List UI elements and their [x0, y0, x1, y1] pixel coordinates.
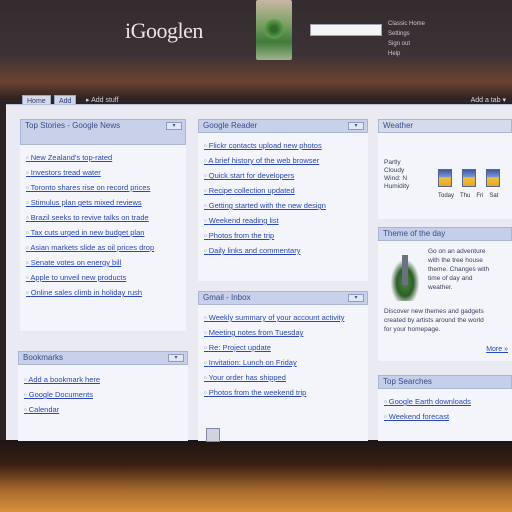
gadget-title: Bookmarks	[23, 353, 64, 362]
gadget-header[interactable]: Google Reader ▾	[198, 119, 368, 133]
desk-surface	[0, 440, 512, 512]
header-bar: iGooglen Classic Home Settings Sign out …	[12, 0, 512, 60]
desc-line: weather.	[428, 284, 453, 291]
gadget-title: Theme of the day	[383, 229, 446, 238]
desc-line: Go on an adventure	[428, 248, 486, 255]
top-link-help[interactable]: Help	[388, 50, 448, 58]
gadget-title: Gmail - Inbox	[203, 293, 251, 302]
theme-header-image	[256, 0, 292, 60]
top-link-settings[interactable]: Settings	[388, 30, 448, 38]
forecast-day: Fri	[476, 193, 484, 199]
reader-item[interactable]: Daily links and commentary	[204, 246, 368, 255]
news-item[interactable]: Online sales climb in holiday rush	[26, 288, 186, 297]
news-item[interactable]: Apple to unveil new products	[26, 273, 186, 282]
reader-item[interactable]: Quick start for developers	[204, 171, 368, 180]
email-item[interactable]: Invitation: Lunch on Friday	[204, 358, 368, 367]
gmail-gadget: Gmail - Inbox ▾ Weekly summary of your a…	[198, 291, 368, 441]
reader-item[interactable]: Getting started with the new design	[204, 201, 368, 210]
gadget-menu-icon[interactable]: ▾	[348, 122, 364, 130]
news-item[interactable]: New Zealand's top-rated	[26, 153, 186, 162]
search-item[interactable]: Google Earth downloads	[384, 397, 512, 406]
gadget-title: Weather	[383, 121, 414, 130]
gadget-header[interactable]: Top Stories - Google News ▾	[20, 119, 186, 145]
gadget-title: Google Reader	[203, 121, 258, 130]
igoogle-logo[interactable]: iGooglen	[125, 18, 203, 44]
desc-line: for your homepage.	[384, 326, 441, 333]
weather-line: Humidity	[384, 183, 410, 190]
gadget-menu-icon[interactable]: ▾	[348, 294, 364, 302]
weather-line: Cloudy	[384, 167, 405, 174]
news-item[interactable]: Toronto shares rise on record prices	[26, 183, 186, 192]
reader-item[interactable]: Weekend reading list	[204, 216, 368, 225]
weather-icon	[438, 169, 452, 187]
news-item[interactable]: Brazil seeks to revive talks on trade	[26, 213, 186, 222]
email-item[interactable]: Re: Project update	[204, 343, 368, 352]
desc-line: Discover new themes and gadgets	[384, 308, 484, 315]
forecast-day: Sat	[489, 193, 499, 199]
news-gadget: Top Stories - Google News ▾ New Zealand'…	[20, 119, 186, 331]
reader-gadget: Google Reader ▾ Flickr contacts upload n…	[198, 119, 368, 281]
desc-line: with the tree house	[428, 257, 483, 264]
weather-icon	[486, 169, 500, 187]
top-searches-gadget: Top Searches Google Earth downloads Week…	[378, 375, 512, 441]
news-item[interactable]: Senate votes on energy bill	[26, 258, 186, 267]
email-item[interactable]: Meeting notes from Tuesday	[204, 328, 368, 337]
forecast-icons	[438, 169, 500, 187]
email-item[interactable]: Photos from the weekend trip	[204, 388, 368, 397]
tree-house-icon	[388, 255, 422, 301]
bookmark-item[interactable]: Add a bookmark here	[24, 375, 188, 384]
gadget-title: Top Stories - Google News	[25, 121, 121, 130]
bookmark-item[interactable]: Calendar	[24, 405, 188, 414]
top-links: Classic Home Settings Sign out Help	[388, 20, 448, 60]
news-item[interactable]: Investors tread water	[26, 168, 186, 177]
top-link-signout[interactable]: Sign out	[388, 40, 448, 48]
news-item[interactable]: Asian markets slide as oil prices drop	[26, 243, 186, 252]
gadget-header[interactable]: Gmail - Inbox ▾	[198, 291, 368, 305]
desc-line: theme. Changes with	[428, 266, 490, 273]
gadget-menu-icon[interactable]: ▾	[168, 354, 184, 362]
reader-item[interactable]: Photos from the trip	[204, 231, 368, 240]
weather-conditions: Partly Cloudy Wind: N Humidity	[384, 159, 424, 191]
weather-line: Partly	[384, 159, 401, 166]
top-link-classic[interactable]: Classic Home	[388, 20, 448, 28]
desc-line: time of day and	[428, 275, 473, 282]
more-themes-link[interactable]: More »	[486, 346, 508, 353]
email-item[interactable]: Your order has shipped	[204, 373, 368, 382]
search-input[interactable]	[310, 24, 382, 36]
scroll-handle[interactable]	[206, 428, 220, 442]
gadget-menu-icon[interactable]: ▾	[166, 122, 182, 130]
theme-gadget: Theme of the day Go on an adventure with…	[378, 227, 512, 361]
news-item[interactable]: Tax cuts urged in new budget plan	[26, 228, 186, 237]
reader-item[interactable]: Flickr contacts upload new photos	[204, 141, 368, 150]
desc-line: created by artists around the world	[384, 317, 484, 324]
bookmarks-gadget: Bookmarks ▾ Add a bookmark here Google D…	[18, 351, 188, 441]
forecast-day: Thu	[460, 193, 471, 199]
bookmark-item[interactable]: Google Documents	[24, 390, 188, 399]
gadget-header[interactable]: Top Searches	[378, 375, 512, 389]
gadget-page: Top Stories - Google News ▾ New Zealand'…	[6, 104, 512, 441]
theme-description: Go on an adventure with the tree house t…	[428, 247, 512, 292]
forecast-day: Today	[438, 193, 455, 199]
search-item[interactable]: Weekend forecast	[384, 412, 512, 421]
reader-item[interactable]: Recipe collection updated	[204, 186, 368, 195]
weather-line: Wind: N	[384, 175, 408, 182]
gadget-header[interactable]: Bookmarks ▾	[18, 351, 188, 365]
email-item[interactable]: Weekly summary of your account activity	[204, 313, 368, 322]
gadget-title: Top Searches	[383, 377, 432, 386]
weather-icon	[462, 169, 476, 187]
add-tab-link[interactable]: Add a tab ▾	[471, 96, 506, 104]
forecast-days: Today Thu Fri Sat	[438, 193, 498, 199]
weather-gadget: Weather Partly Cloudy Wind: N Humidity T…	[378, 119, 512, 219]
gadget-header[interactable]: Theme of the day	[378, 227, 512, 241]
gadget-header[interactable]: Weather	[378, 119, 512, 133]
news-item[interactable]: Stimulus plan gets mixed reviews	[26, 198, 186, 207]
theme-description-more: Discover new themes and gadgets created …	[384, 307, 512, 334]
reader-item[interactable]: A brief history of the web browser	[204, 156, 368, 165]
